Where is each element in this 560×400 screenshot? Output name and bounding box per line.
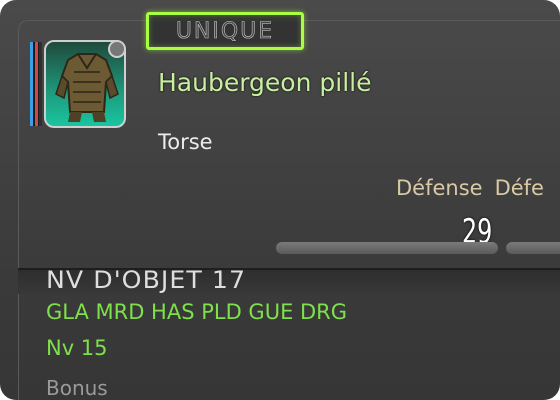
unique-label: UNIQUE [175, 18, 275, 44]
stat-labels: Défense Défe [396, 176, 556, 200]
stat-bar-2 [506, 242, 560, 254]
item-tooltip: UNIQUE Haubergeon pillé Torse Défense Déf… [0, 0, 560, 400]
stat-label-defense: Défense [396, 176, 483, 200]
rarity-stripe-red [35, 42, 38, 126]
icon-corner-dot [108, 40, 126, 58]
rarity-stripe-dark [39, 42, 42, 126]
class-list: GLA MRD HAS PLD GUE DRG [46, 300, 348, 324]
unique-badge: UNIQUE [146, 12, 304, 50]
bonus-heading: Bonus [46, 376, 108, 400]
stat-label-defense-2: Défe [494, 176, 544, 200]
item-level: NV D'OBJET 17 [46, 266, 247, 294]
stat-bar-1 [276, 242, 498, 254]
item-name: Haubergeon pillé [158, 68, 372, 97]
rarity-stripe-blue [30, 42, 33, 126]
rarity-stripe-icon [30, 42, 42, 126]
required-level: Nv 15 [46, 336, 108, 360]
item-slot: Torse [158, 130, 213, 154]
